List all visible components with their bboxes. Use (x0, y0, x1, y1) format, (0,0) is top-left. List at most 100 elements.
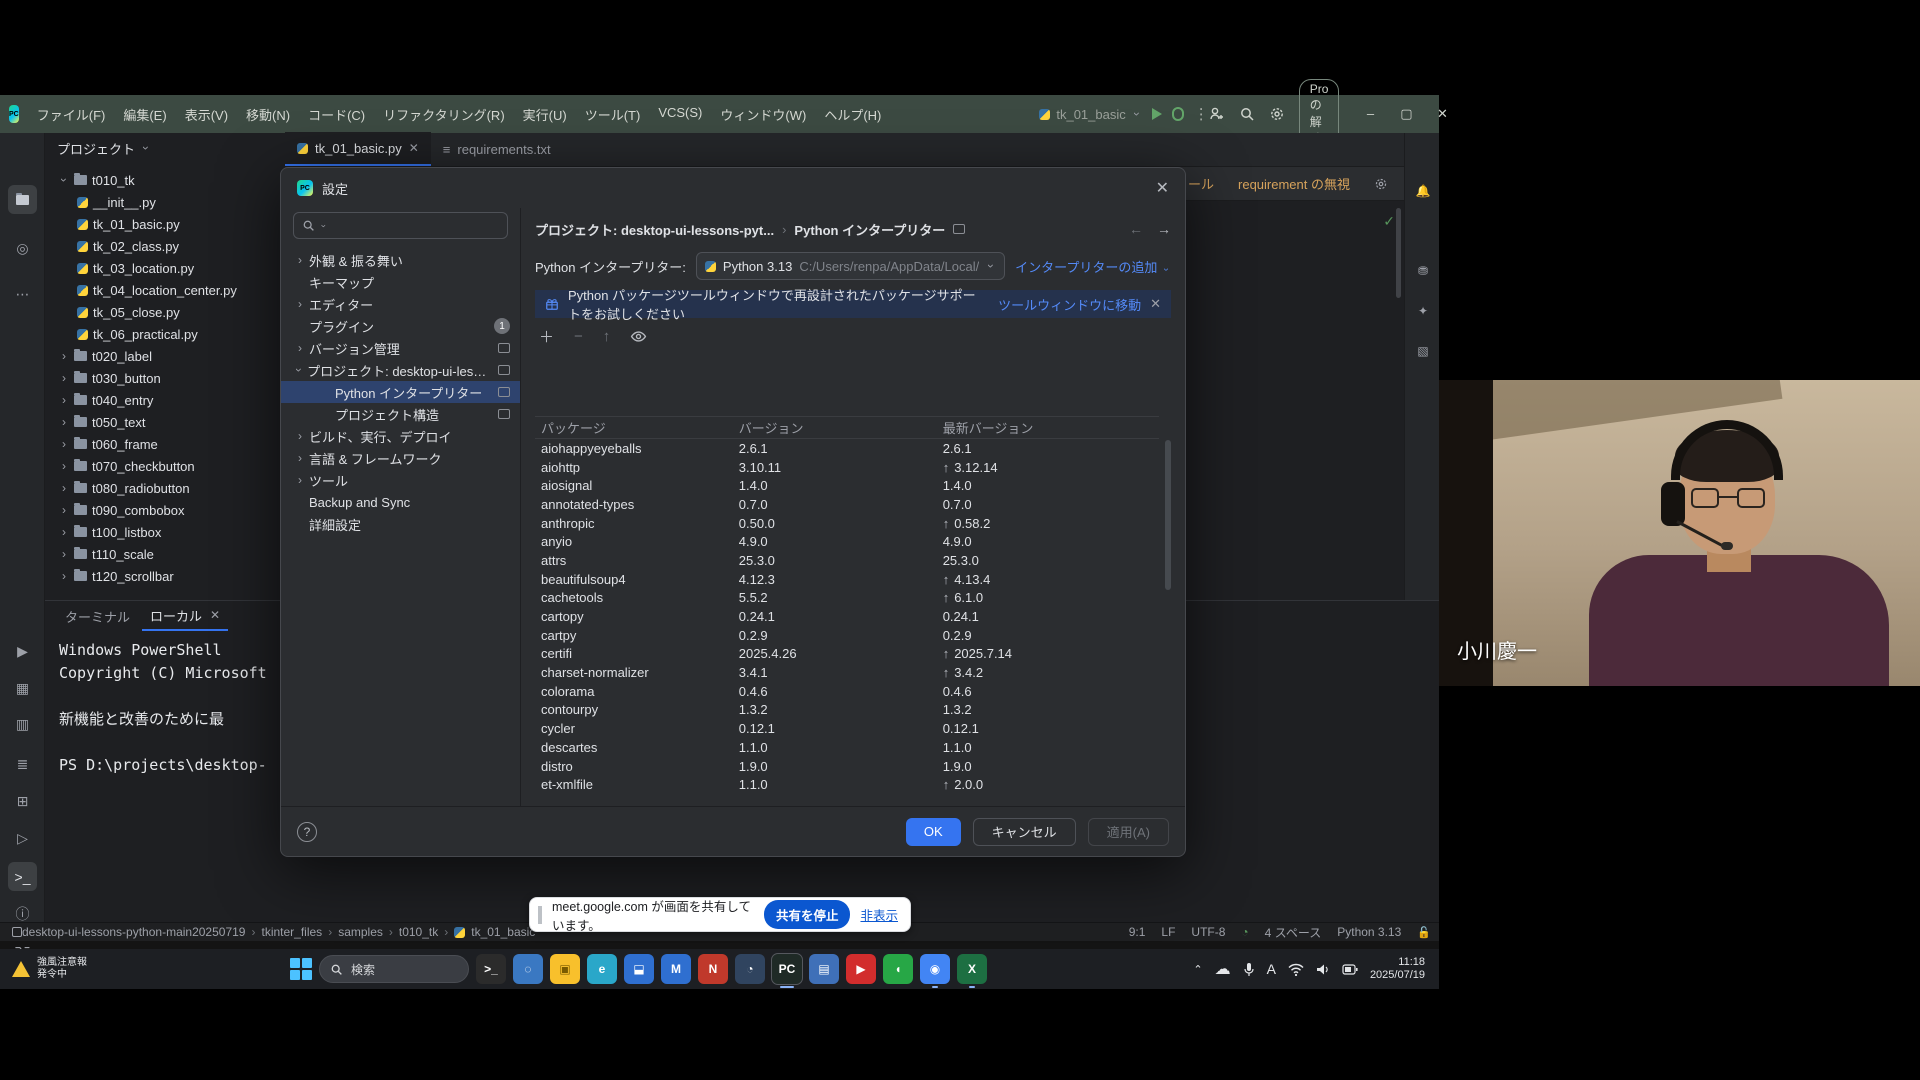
commit-icon[interactable]: ◎ (8, 234, 37, 263)
chevron-icon[interactable]: › (59, 415, 69, 429)
wifi-icon[interactable] (1288, 963, 1304, 976)
ignore-requirement-link[interactable]: requirement の無視 (1238, 174, 1350, 193)
chevron-icon[interactable]: › (59, 371, 69, 385)
status-encoding[interactable]: UTF-8 (1191, 925, 1225, 939)
search-everywhere-icon[interactable] (1239, 106, 1255, 122)
settings-gear-icon[interactable] (1269, 106, 1285, 122)
column-header[interactable]: バージョン (739, 418, 943, 437)
tray-chevron-icon[interactable]: ⌃ (1193, 963, 1202, 976)
ok-button[interactable]: OK (906, 818, 961, 846)
package-row-charset-normalizer[interactable]: charset-normalizer3.4.1↑3.4.2 (535, 663, 1159, 682)
upgrade-arrow-icon[interactable]: ↑ (943, 665, 950, 680)
status-indent[interactable]: 4 スペース (1265, 924, 1322, 941)
menu-編集[interactable]: 編集(E) (115, 102, 174, 127)
menu-ツール[interactable]: ツール(T) (577, 102, 649, 127)
tree-item-t120_scrollbar[interactable]: ›t120_scrollbar (45, 565, 285, 587)
settings-nav-python-[interactable]: Python インタープリター (281, 381, 520, 403)
chevron-icon[interactable]: › (59, 349, 69, 363)
tab-tk-01-basic[interactable]: tk_01_basic.py ✕ (285, 132, 431, 166)
chevron-icon[interactable]: › (59, 569, 69, 583)
column-header[interactable]: 最新バージョン (943, 418, 1159, 437)
breadcrumb-1[interactable]: tkinter_files (261, 925, 322, 939)
upgrade-arrow-icon[interactable]: ↑ (943, 796, 950, 798)
package-row-colorama[interactable]: colorama0.4.60.4.6 (535, 682, 1159, 701)
apply-button[interactable]: 適用(A) (1088, 818, 1169, 846)
settings-nav--[interactable]: プラグイン1 (281, 315, 520, 337)
window-close-button[interactable]: ✕ (1425, 106, 1459, 122)
ai-assistant-icon[interactable]: ✦ (1410, 298, 1436, 324)
tree-item-t010_tk[interactable]: ›t010_tk (45, 169, 285, 191)
chevron-icon[interactable]: › (59, 459, 69, 473)
menu-ヘルプ[interactable]: ヘルプ(H) (816, 102, 889, 127)
copilot-status-icon[interactable]: ◔ (1241, 925, 1248, 939)
plugins-icon[interactable]: ▧ (1410, 338, 1436, 364)
tree-item-tk_03_location-py[interactable]: tk_03_location.py (45, 257, 285, 279)
settings-nav--desktop-ui-lessons-pyt-[interactable]: ›プロジェクト: desktop-ui-lessons-pyt... (281, 359, 520, 381)
settings-nav--[interactable]: ›ツール (281, 469, 520, 491)
microphone-icon[interactable] (1243, 962, 1255, 977)
package-row-aiohttp[interactable]: aiohttp3.10.11↑3.12.14 (535, 458, 1159, 477)
terminal-icon[interactable]: >_ (8, 862, 37, 891)
chevron-icon[interactable]: › (59, 481, 69, 495)
tree-item-tk_04_location_center-py[interactable]: tk_04_location_center.py (45, 279, 285, 301)
interpreter-select[interactable]: Python 3.13 C:/Users/renpa/AppData/Local… (696, 252, 1005, 280)
show-early-releases-eye-icon[interactable] (630, 328, 647, 345)
breadcrumb-0[interactable]: desktop-ui-lessons-python-main20250719 (22, 925, 245, 939)
banner-close-icon[interactable]: ✕ (1150, 296, 1161, 312)
dialog-close-icon[interactable]: ✕ (1156, 178, 1169, 198)
upgrade-arrow-icon[interactable]: ↑ (943, 572, 950, 587)
settings-nav--[interactable]: ›エディター (281, 293, 520, 315)
status-interpreter-widget[interactable]: Python 3.13 (1337, 925, 1401, 939)
help-button[interactable]: ? (297, 822, 317, 842)
package-row-attrs[interactable]: attrs25.3.025.3.0 (535, 551, 1159, 570)
structure-icon[interactable]: ▦ (8, 674, 37, 703)
settings-nav--[interactable]: プロジェクト構造 (281, 403, 520, 425)
tree-item-t060_frame[interactable]: ›t060_frame (45, 433, 285, 455)
taskbar-app-file-explorer[interactable]: ▣ (550, 954, 580, 984)
settings-nav--[interactable]: ›ビルド、実行、デプロイ (281, 425, 520, 447)
remove-package-button[interactable]: − (574, 328, 583, 345)
package-row-cycler[interactable]: cycler0.12.10.12.1 (535, 719, 1159, 738)
taskbar-app-pycharm[interactable]: PC (772, 954, 802, 984)
chevron-icon[interactable]: › (57, 175, 71, 185)
upgrade-arrow-icon[interactable]: ↑ (943, 777, 950, 792)
volume-icon[interactable] (1316, 963, 1330, 976)
menu-コード[interactable]: コード(C) (300, 102, 373, 127)
package-row-cachetools[interactable]: cachetools5.5.2↑6.1.0 (535, 589, 1159, 608)
taskbar-app-photos[interactable]: ◌ (513, 954, 543, 984)
close-icon[interactable]: ✕ (210, 608, 220, 622)
tree-item-t110_scale[interactable]: ›t110_scale (45, 543, 285, 565)
package-row-cartpy[interactable]: cartpy0.2.90.2.9 (535, 626, 1159, 645)
tree-item-tk_01_basic-py[interactable]: tk_01_basic.py (45, 213, 285, 235)
menu-ファイル[interactable]: ファイル(F) (29, 102, 114, 127)
package-row-anthropic[interactable]: anthropic0.50.0↑0.58.2 (535, 514, 1159, 533)
chevron-icon[interactable]: › (59, 525, 69, 539)
menu-ウィンドウ[interactable]: ウィンドウ(W) (712, 102, 814, 127)
banner-settings-gear-icon[interactable] (1374, 177, 1388, 191)
package-row-distro[interactable]: distro1.9.01.9.0 (535, 757, 1159, 776)
taskbar-search[interactable]: 検索 (319, 955, 469, 983)
drag-handle-icon[interactable] (538, 906, 542, 924)
notifications-bell-icon[interactable]: 🔔 (1410, 178, 1436, 204)
menu-移動[interactable]: 移動(N) (238, 102, 298, 127)
chevron-icon[interactable]: › (59, 437, 69, 451)
upgrade-arrow-icon[interactable]: ↑ (943, 646, 950, 661)
menu-表示[interactable]: 表示(V) (177, 102, 236, 127)
upgrade-package-button[interactable]: ↑ (603, 328, 611, 345)
tree-item-tk_05_close-py[interactable]: tk_05_close.py (45, 301, 285, 323)
services-icon[interactable]: ⊞ (8, 787, 37, 816)
start-button[interactable] (290, 958, 312, 980)
editor-scrollbar[interactable] (1396, 208, 1401, 298)
goto-tool-window-link[interactable]: ツールウィンドウに移動 (998, 295, 1141, 314)
tree-item-tk_06_practical-py[interactable]: tk_06_practical.py (45, 323, 285, 345)
menu-実行[interactable]: 実行(U) (515, 102, 575, 127)
settings-nav--[interactable]: ›言語 & フレームワーク (281, 447, 520, 469)
inspection-ok-icon[interactable]: ✓ (1383, 213, 1395, 230)
package-row-certifi[interactable]: certifi2025.4.26↑2025.7.14 (535, 645, 1159, 664)
settings-nav--[interactable]: キーマップ (281, 271, 520, 293)
settings-nav-backup-and-sync[interactable]: Backup and Sync (281, 491, 520, 513)
back-arrow-icon[interactable]: ← (1129, 221, 1143, 237)
more-tools-icon[interactable]: ⋯ (8, 280, 37, 309)
taskbar-clock[interactable]: 11:18 2025/07/19 (1370, 956, 1425, 982)
onedrive-cloud-icon[interactable]: ☁ (1215, 959, 1231, 979)
